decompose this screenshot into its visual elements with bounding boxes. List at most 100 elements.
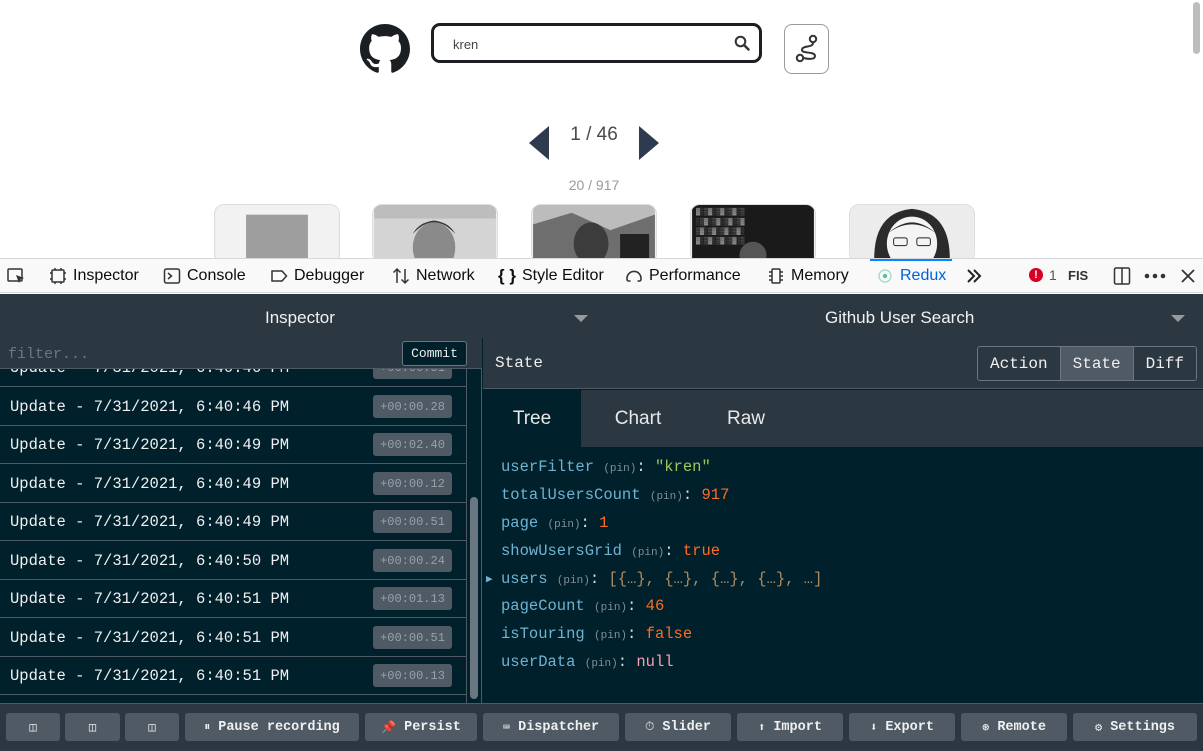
action-item[interactable]: Update - 7/31/2021, 6:40:49 PM +00:00.51 bbox=[0, 503, 466, 541]
user-card[interactable] bbox=[531, 204, 657, 258]
pin-link[interactable]: (pin) bbox=[548, 519, 581, 531]
tree-node[interactable]: users (pin): [{…}, {…}, {…}, {…}, …] bbox=[501, 570, 822, 588]
tree-node[interactable]: showUsersGrid (pin): true bbox=[501, 542, 720, 560]
tab-style-editor[interactable]: { } Style Editor bbox=[498, 259, 604, 293]
tour-button[interactable] bbox=[784, 24, 829, 74]
tab-redux[interactable]: Redux bbox=[869, 259, 953, 293]
tree-node[interactable]: totalUsersCount (pin): 917 bbox=[501, 486, 729, 504]
scrollbar-thumb[interactable] bbox=[470, 497, 478, 699]
tab-label: Memory bbox=[791, 267, 849, 284]
user-avatar bbox=[374, 205, 496, 258]
more-tabs-chevron-icon[interactable] bbox=[965, 259, 983, 293]
tree-key: page bbox=[501, 514, 539, 532]
dock-left-button[interactable]: ◫ bbox=[6, 713, 60, 741]
pause-recording-button[interactable]: ⏸ Pause recording bbox=[185, 713, 359, 741]
tree-value: false bbox=[645, 625, 693, 643]
action-list-scrollbar[interactable] bbox=[466, 369, 481, 703]
user-card[interactable] bbox=[372, 204, 498, 258]
commit-button[interactable]: Commit bbox=[402, 341, 467, 366]
action-item[interactable]: Update - 7/31/2021, 6:40:50 PM +00:00.24 bbox=[0, 542, 466, 580]
antenna-icon: ⊛ bbox=[982, 720, 990, 735]
pin-link[interactable]: (pin) bbox=[594, 630, 627, 642]
tree-node[interactable]: userData (pin): null bbox=[501, 653, 674, 671]
window-bottom-icon: ◫ bbox=[148, 720, 156, 735]
tab-performance[interactable]: Performance bbox=[625, 259, 741, 293]
tab-tree[interactable]: Tree bbox=[483, 390, 581, 447]
settings-button[interactable]: ⚙ Settings bbox=[1073, 713, 1197, 741]
instance-select[interactable]: Github User Search bbox=[602, 294, 1203, 338]
action-item[interactable]: Update - 7/31/2021, 6:40:49 PM +00:02.40 bbox=[0, 426, 466, 464]
page-scrollbar[interactable] bbox=[1193, 2, 1200, 54]
tree-node[interactable]: userFilter (pin): "kren" bbox=[501, 458, 711, 476]
tab-inspector[interactable]: Inspector bbox=[49, 259, 139, 293]
download-icon: ⬇ bbox=[870, 720, 878, 735]
dock-side-icon[interactable] bbox=[1113, 259, 1131, 293]
action-item[interactable]: Update - 7/31/2021, 6:40:46 PM +00:00.51 bbox=[0, 369, 466, 387]
tree-key: userData bbox=[501, 653, 576, 671]
tab-network[interactable]: Network bbox=[392, 259, 475, 293]
pin-link[interactable]: (pin) bbox=[603, 463, 636, 475]
diff-mode-button[interactable]: Diff bbox=[1133, 347, 1197, 380]
user-avatar bbox=[216, 205, 338, 258]
next-page-arrow-icon[interactable] bbox=[637, 124, 661, 162]
page-indicator: 1 / 46 bbox=[570, 124, 618, 145]
tab-debugger[interactable]: Debugger bbox=[270, 259, 364, 293]
action-item[interactable]: Update - 7/31/2021, 6:40:51 PM +00:00.51 bbox=[0, 619, 466, 657]
dock-right-button[interactable]: ◫ bbox=[65, 713, 120, 741]
action-time: +00:00.24 bbox=[373, 549, 452, 572]
persist-button[interactable]: 📌 Persist bbox=[365, 713, 477, 741]
pin-link[interactable]: (pin) bbox=[594, 602, 627, 614]
user-card[interactable] bbox=[214, 204, 340, 258]
dock-bottom-button[interactable]: ◫ bbox=[125, 713, 179, 741]
users-count: 20 / 917 bbox=[568, 177, 620, 193]
tree-key: totalUsersCount bbox=[501, 486, 641, 504]
action-name: Update - 7/31/2021, 6:40:49 PM bbox=[10, 436, 290, 454]
action-time: +00:00.28 bbox=[373, 395, 452, 418]
tab-console[interactable]: Console bbox=[163, 259, 246, 293]
pin-link[interactable]: (pin) bbox=[557, 575, 590, 587]
prev-page-arrow-icon[interactable] bbox=[527, 124, 551, 162]
action-name: Update - 7/31/2021, 6:40:49 PM bbox=[10, 475, 290, 493]
action-mode-button[interactable]: Action bbox=[978, 347, 1061, 380]
export-label: Export bbox=[885, 719, 934, 735]
action-item[interactable]: Update - 7/31/2021, 6:40:51 PM +00:00.13 bbox=[0, 657, 466, 695]
filter-input[interactable] bbox=[8, 343, 388, 365]
tab-chart[interactable]: Chart bbox=[589, 390, 687, 447]
import-button[interactable]: ⬆ Import bbox=[737, 713, 843, 741]
pin-link[interactable]: (pin) bbox=[631, 547, 664, 559]
tab-memory[interactable]: Memory bbox=[767, 259, 849, 293]
user-card[interactable]: ▓░▒▓░▒▓░▒▓░▒ ░▒▓░▒▓░▒▓░▒▓ ▒▓░▒▓░▒▓░▒▓░ ▓░▒▓… bbox=[690, 204, 816, 258]
search-input[interactable] bbox=[453, 34, 723, 54]
search-icon[interactable] bbox=[734, 35, 750, 51]
element-picker-icon[interactable] bbox=[6, 259, 26, 293]
user-card[interactable] bbox=[849, 204, 975, 258]
github-logo-icon[interactable] bbox=[360, 24, 410, 74]
dispatcher-button[interactable]: ⌨ Dispatcher bbox=[483, 713, 619, 741]
pin-link[interactable]: (pin) bbox=[650, 491, 683, 503]
slider-label: Slider bbox=[662, 719, 711, 735]
tree-value: 1 bbox=[599, 514, 609, 532]
action-item[interactable]: Update - 7/31/2021, 6:40:46 PM +00:00.28 bbox=[0, 388, 466, 426]
pin-link[interactable]: (pin) bbox=[585, 658, 618, 670]
monitor-select[interactable]: Inspector bbox=[0, 294, 602, 338]
view-tabs: Tree Chart Raw bbox=[483, 390, 1203, 447]
export-button[interactable]: ⬇ Export bbox=[849, 713, 955, 741]
action-item[interactable]: Update - 7/31/2021, 6:40:49 PM +00:00.12 bbox=[0, 465, 466, 503]
tree-node[interactable]: pageCount (pin): 46 bbox=[501, 597, 664, 615]
more-options-icon[interactable] bbox=[1144, 259, 1166, 293]
tab-raw[interactable]: Raw bbox=[695, 390, 797, 447]
error-count[interactable]: ! 1 bbox=[1029, 267, 1057, 283]
web-page: 1 / 46 20 / 917 ▓░▒▓░▒▓░▒▓░▒░▒▓░▒▓░▒▓░▒▓… bbox=[0, 0, 1203, 258]
state-mode-button[interactable]: State bbox=[1060, 347, 1134, 380]
tab-label: Debugger bbox=[294, 267, 365, 284]
slider-button[interactable]: ⏱ Slider bbox=[625, 713, 731, 741]
action-item[interactable]: Update - 7/31/2021, 6:40:51 PM +00:01.13 bbox=[0, 580, 466, 618]
action-time: +00:02.40 bbox=[373, 433, 452, 456]
remote-button[interactable]: ⊛ Remote bbox=[961, 713, 1067, 741]
tab-label: Performance bbox=[649, 267, 741, 284]
expand-arrow-icon[interactable]: ▶ bbox=[486, 572, 493, 586]
tree-node[interactable]: page (pin): 1 bbox=[501, 514, 608, 532]
close-devtools-icon[interactable] bbox=[1180, 259, 1196, 293]
search-box[interactable] bbox=[431, 23, 762, 63]
tree-node[interactable]: isTouring (pin): false bbox=[501, 625, 692, 643]
